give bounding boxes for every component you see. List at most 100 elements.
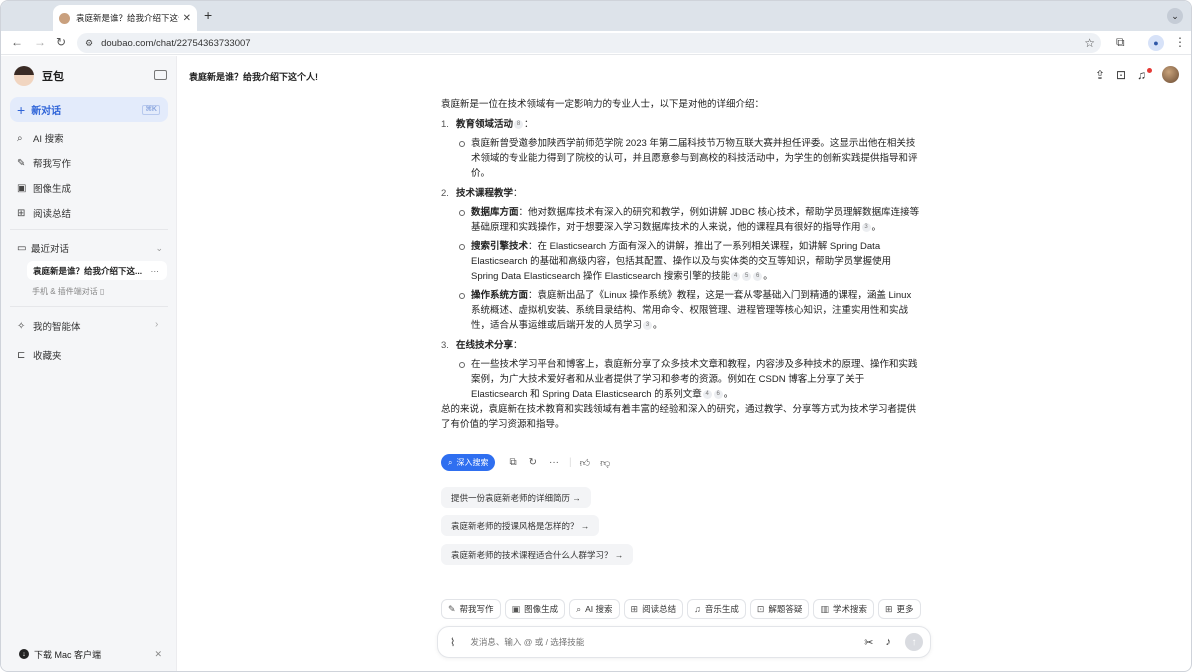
bookmark-star-icon[interactable]: ☆ (1084, 36, 1095, 50)
close-icon[interactable]: ✕ (154, 649, 162, 660)
chat-bubble-icon: ▭ (17, 242, 27, 254)
skill-music[interactable]: ♫ 音乐生成 (687, 599, 746, 619)
bullet-bold: 操作系统方面 (471, 290, 529, 301)
attachment-icon[interactable]: ⌇ (450, 636, 455, 649)
sidebar-item-label: 阅读总结 (33, 209, 72, 220)
suggestion-chip[interactable]: 提供一份袁庭新老师的详细简历 → (441, 487, 591, 508)
bookmark-add-icon[interactable]: ⊡ (1116, 68, 1126, 82)
suggestion-chip[interactable]: 袁庭新老师的技术课程适合什么人群学习？ → (441, 544, 634, 565)
citation[interactable]: 3 (861, 223, 871, 232)
tab-search-icon[interactable]: ⌄ (1167, 8, 1183, 24)
skill-writing[interactable]: ✎ 帮我写作 (441, 599, 501, 619)
copy-icon[interactable]: ⧉ (509, 457, 516, 468)
suggestion-chip[interactable]: 袁庭新老师的授课风格是怎样的？ → (441, 515, 600, 536)
bullet-bold: 数据库方面 (471, 207, 519, 218)
sidebar-item-agents[interactable]: ✧ 我的智能体 (17, 319, 81, 334)
back-icon[interactable]: ← (11, 35, 23, 49)
bullet-end: 。 (763, 271, 773, 282)
skill-image[interactable]: ▣ 图像生成 (504, 599, 566, 619)
bullet-end: 。 (653, 320, 663, 331)
scissors-icon[interactable]: ✂ (864, 636, 873, 649)
skill-reading[interactable]: ⊞ 阅读总结 (623, 599, 684, 619)
sidebar-item-favorites[interactable]: ⊏ 收藏夹 (17, 348, 62, 363)
new-tab-button[interactable]: + (204, 7, 212, 23)
sidebar-item-ai-search[interactable]: ⌕ AI 搜索 (17, 131, 64, 146)
download-label: 下载 Mac 客户端 (34, 649, 102, 660)
list-item: 2. 技术课程教学： (441, 188, 523, 199)
brand[interactable]: 豆包 (14, 66, 64, 86)
chevron-right-icon[interactable]: › (155, 319, 158, 330)
deep-search-label: 深入搜索 (456, 458, 489, 467)
new-chat-button[interactable]: + 新对话 ⌘K (10, 97, 168, 122)
skill-ai-search[interactable]: ⌕ AI 搜索 (569, 599, 620, 619)
bullet-item: 数据库方面：他对数据库技术有深入的研究和教学，例如讲解 JDBC 核心技术，帮助… (441, 205, 921, 235)
bell-icon[interactable]: ♫ (1137, 68, 1146, 82)
send-button[interactable]: ↑ (905, 633, 923, 651)
site-settings-icon[interactable]: ⚙ (85, 38, 93, 49)
citation[interactable]: 8 (514, 120, 524, 129)
citation[interactable]: 6 (713, 390, 723, 399)
search-icon: ⌕ (17, 132, 23, 144)
bullet-text: ：在 Elasticsearch 方面有深入的讲解，推出了一系列相关课程，如讲解… (471, 241, 892, 282)
profile-icon[interactable]: ● (1148, 35, 1164, 51)
mobile-chats-link[interactable]: 手机 & 插件端对话 ▯ (32, 286, 104, 297)
bullet-text: ：袁庭新出品了《Linux 操作系统》教程，这是一套从零基础入门到精通的课程，涵… (471, 290, 912, 331)
sidebar-item-image[interactable]: ▣ 图像生成 (17, 181, 71, 196)
skill-label: 图像生成 (524, 604, 559, 614)
bullet-text: 在一些技术学习平台和博客上，袁庭新分享了众多技术文章和教程，内容涉及多种技术的原… (471, 359, 918, 400)
sidebar: 豆包 + 新对话 ⌘K ⌕ AI 搜索 ✎ 帮我写作 ▣ 图像生成 ⊞ 阅读总结… (1, 56, 177, 671)
sidebar-item-writing[interactable]: ✎ 帮我写作 (17, 156, 71, 171)
bullet-item: 在一些技术学习平台和博客上，袁庭新分享了众多技术文章和教程，内容涉及多种技术的原… (441, 357, 921, 402)
bullet-end: 。 (871, 222, 882, 233)
extensions-icon[interactable]: ⧉ (1116, 35, 1125, 50)
notification-dot (1147, 68, 1152, 73)
citation[interactable]: 4 (731, 272, 741, 281)
reload-icon[interactable]: ↻ (56, 35, 66, 49)
message-input[interactable] (470, 637, 865, 647)
citation[interactable]: 4 (702, 390, 712, 399)
skill-solve[interactable]: ⊡ 解题答疑 (749, 599, 810, 619)
regenerate-icon[interactable]: ↻ (529, 457, 537, 468)
address-bar[interactable]: ⚙ doubao.com/chat/22754363733007 ☆ (77, 33, 1101, 53)
citation[interactable]: 3 (643, 321, 653, 330)
favicon-icon (59, 12, 70, 24)
close-tab-icon[interactable]: ✕ (183, 13, 191, 24)
sidebar-item-label: 收藏夹 (33, 351, 62, 362)
browser-menu-icon[interactable]: ⋮ (1174, 35, 1186, 49)
citation[interactable]: 5 (742, 272, 752, 281)
bullet-item: 搜索引擎技术：在 Elasticsearch 方面有深入的讲解，推出了一系列相关… (441, 239, 921, 284)
microphone-icon[interactable]: ♪ (886, 636, 892, 648)
summary-text: 总的来说，袁庭新在技术教育和实践领域有着丰富的经验和深入的研究，通过教学、分享等… (441, 404, 917, 430)
tab-bar: 袁庭新是谁？给我介绍下这个人 ✕ + ⌄ (1, 1, 1191, 31)
doubao-avatar (14, 66, 34, 86)
user-avatar[interactable] (1162, 66, 1179, 83)
sidebar-item-reading[interactable]: ⊞ 阅读总结 (17, 206, 72, 221)
read-icon: ⊞ (630, 603, 639, 614)
forward-icon[interactable]: → (34, 35, 46, 49)
more-options-icon[interactable]: ··· (151, 266, 160, 276)
browser-tab[interactable]: 袁庭新是谁？给我介绍下这个人 ✕ (53, 5, 197, 31)
thumbs-down-icon[interactable]: 👎︎ (600, 457, 610, 469)
download-mac-client[interactable]: ↓ 下载 Mac 客户端 ✕ (10, 644, 168, 664)
download-icon: ↓ (19, 649, 29, 659)
list-number: 2. (441, 188, 449, 199)
citation[interactable]: 6 (753, 272, 763, 281)
skill-more[interactable]: ⊞ 更多 (877, 599, 921, 619)
search-icon: ⌕ (448, 457, 453, 467)
thumbs-up-icon[interactable]: 👍︎ (580, 457, 590, 469)
share-icon[interactable]: ⇪ (1095, 68, 1105, 82)
more-icon[interactable]: ··· (549, 457, 559, 468)
recent-chat-item[interactable]: 袁庭新是谁？给我介绍下这... ··· (27, 261, 167, 280)
skill-label: 帮我写作 (459, 604, 494, 614)
browser-toolbar: ← → ↻ ⚙ doubao.com/chat/22754363733007 ☆… (1, 31, 1191, 55)
list-item: 3. 在线技术分享： (441, 340, 523, 351)
skill-label: 学术搜索 (832, 604, 867, 614)
image-icon: ▣ (511, 603, 521, 614)
skill-academic[interactable]: ▥ 学术搜索 (813, 599, 874, 619)
new-chat-label: 新对话 (31, 106, 62, 117)
recent-chats-header[interactable]: ▭ 最近对话 ⌄ (17, 241, 163, 256)
deep-search-button[interactable]: ⌕ 深入搜索 (441, 454, 496, 471)
section-heading: 在线技术分享 (456, 340, 514, 351)
collapse-sidebar-icon[interactable] (154, 70, 167, 80)
chevron-down-icon[interactable]: ⌄ (155, 243, 163, 254)
